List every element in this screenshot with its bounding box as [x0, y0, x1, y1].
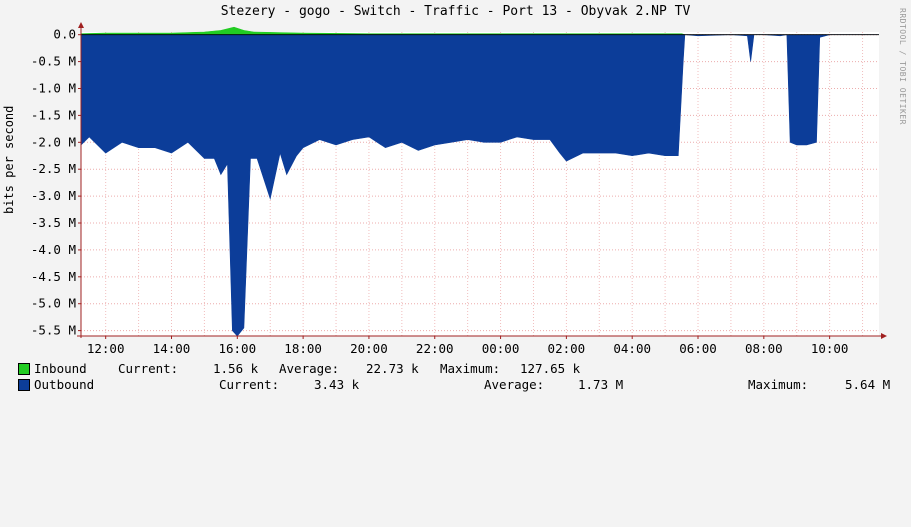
y-tick-label: -4.5 M	[31, 269, 76, 284]
x-tick-label: 06:00	[679, 341, 717, 356]
y-tick-label: -2.0 M	[31, 134, 76, 149]
legend-outbound-current: 3.43 k	[314, 377, 360, 392]
x-tick-label: 00:00	[482, 341, 520, 356]
y-tick-label: 0.0	[53, 27, 76, 42]
series-inbound-area	[80, 26, 685, 35]
y-tick-label: -1.0 M	[31, 80, 76, 95]
legend-inbound-average: 22.73 k	[366, 361, 419, 376]
x-axis-arrow	[881, 333, 887, 339]
y-tick-label: -0.5 M	[31, 54, 76, 69]
legend-inbound-average-label: Average:	[279, 361, 340, 376]
legend-outbound-current-label: Current:	[219, 377, 280, 392]
x-tick-label: 14:00	[153, 341, 191, 356]
x-tick-label: 10:00	[811, 341, 849, 356]
legend-inbound-current-label: Current:	[118, 361, 179, 376]
legend-inbound-current: 1.56 k	[213, 361, 259, 376]
y-tick-label: -1.5 M	[31, 107, 76, 122]
y-axis-arrow	[78, 22, 84, 28]
y-tick-label: -3.0 M	[31, 188, 76, 203]
legend-outbound-maximum: 5.64 M	[845, 377, 891, 392]
legend-inbound-label: Inbound	[34, 361, 87, 376]
legend-outbound-average: 1.73 M	[578, 377, 624, 392]
inbound-swatch	[18, 363, 30, 375]
x-tick-label: 16:00	[218, 341, 256, 356]
y-tick-label: -5.0 M	[31, 296, 76, 311]
x-tick-label: 20:00	[350, 341, 388, 356]
legend-inbound: Inbound Current: 1.56 k Average: 22.73 k…	[0, 361, 580, 377]
outbound-swatch	[18, 379, 30, 391]
legend-outbound-average-label: Average:	[484, 377, 545, 392]
y-tick-label: -3.5 M	[31, 215, 76, 230]
legend-inbound-maximum: 127.65 k	[520, 361, 581, 376]
x-tick-label: 08:00	[745, 341, 783, 356]
x-tick-label: 04:00	[613, 341, 651, 356]
legend-outbound-label: Outbound	[34, 377, 95, 392]
x-tick-label: 02:00	[548, 341, 586, 356]
y-tick-label: -5.5 M	[31, 323, 76, 338]
legend-outbound-maximum-label: Maximum:	[748, 377, 809, 392]
x-tick-label: 12:00	[87, 341, 125, 356]
traffic-chart: 0.0 -0.5 M -1.0 M -1.5 M -2.0 M -2.5 M -3.0 M -…	[31, 22, 887, 356]
legend-outbound: Outbound Current: 3.43 k Average: 1.73 M…	[0, 377, 890, 393]
x-tick-label: 22:00	[416, 341, 454, 356]
x-tick-label: 18:00	[284, 341, 322, 356]
y-tick-label: -2.5 M	[31, 161, 76, 176]
y-tick-label: -4.0 M	[31, 242, 76, 257]
rrd-graph: Stezery - gogo - Switch - Traffic - Port…	[0, 0, 911, 400]
legend-inbound-maximum-label: Maximum:	[440, 361, 501, 376]
